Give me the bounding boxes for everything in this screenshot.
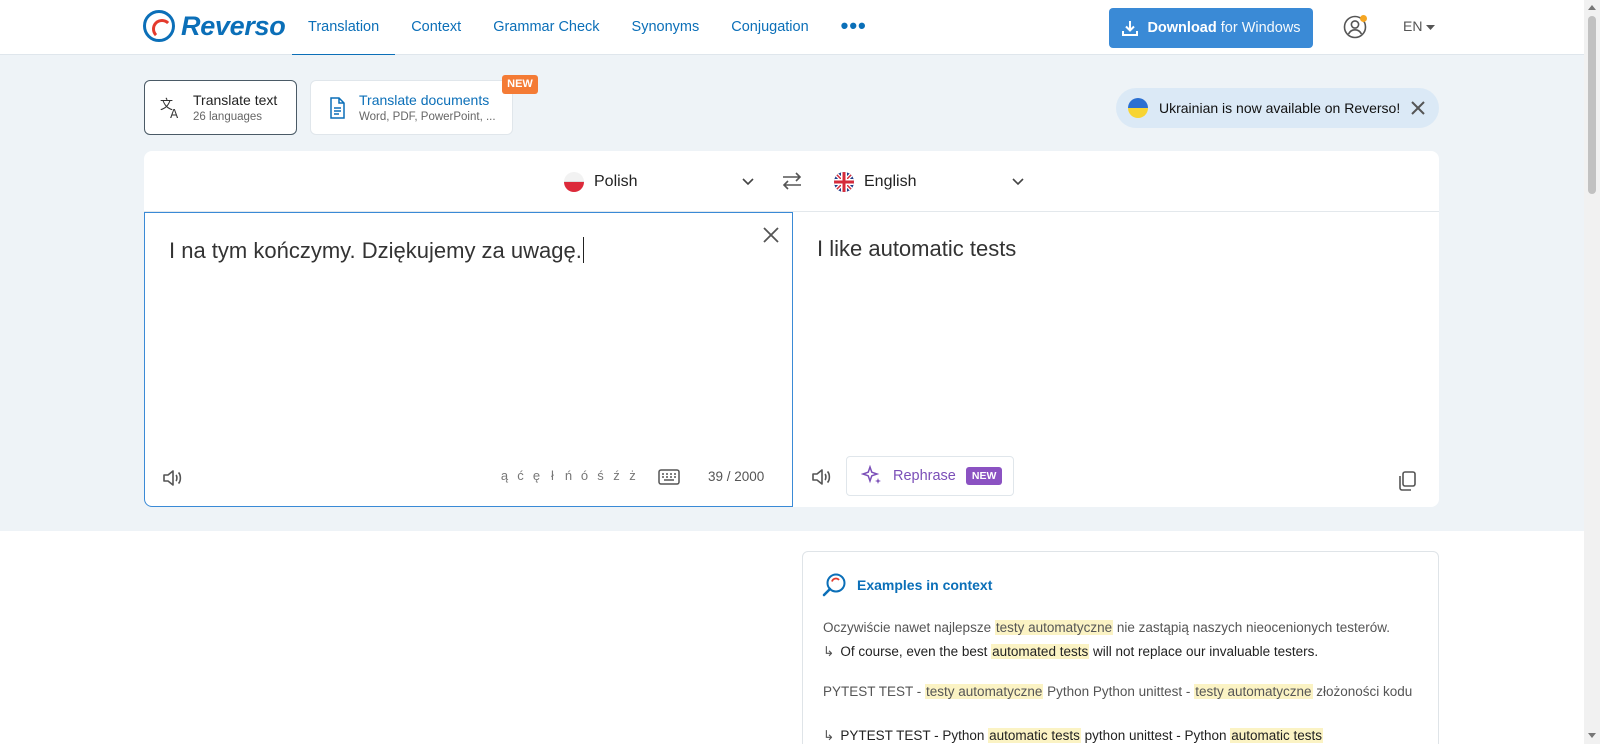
swap-languages-icon[interactable] [781,171,803,191]
scrollbar-thumb[interactable] [1588,16,1596,194]
chevron-down-icon [742,178,754,186]
ui-language-selector[interactable]: EN [1403,18,1436,34]
examples-header: Examples in context [821,572,992,598]
source-text-value: I na tym kończymy. Dziękujemy za uwagę. [169,238,582,263]
translate-text-subtitle: 26 languages [193,110,263,123]
nav-grammar-check[interactable]: Grammar Check [477,0,615,55]
language-selector-row: Polish English [144,151,1439,212]
translate-documents-title: Translate documents [359,91,490,108]
example-text: nie zastąpią naszych nieocenionych teste… [1113,620,1391,635]
rephrase-new-badge: NEW [965,467,1003,485]
download-label-bold: Download [1147,20,1217,36]
rephrase-label: Rephrase [893,468,956,484]
example-source: PYTEST TEST - testy automatyczne Python … [823,682,1418,702]
source-language-name: Polish [594,173,638,190]
translate-text-tab[interactable]: 文A Translate text 26 languages [144,80,297,135]
special-char-z-dot[interactable]: ż [628,468,637,483]
special-char-c-acute[interactable]: ć [516,468,525,483]
translation-output: I like automatic tests [817,236,1017,261]
example-text: PYTEST TEST - Python [840,728,989,743]
example-translation: ↳ PYTEST TEST - Python automatic tests py… [823,726,1418,744]
example-text: python unittest - Python [1080,728,1231,743]
ui-language-label: EN [1403,18,1423,34]
target-text-area: I like automatic tests Rephrase NEW [793,212,1439,507]
document-icon [330,96,345,119]
example-text: Of course, even the best [840,644,992,659]
translate-documents-tab[interactable]: Translate documents Word, PDF, PowerPoin… [310,80,513,135]
source-text-input[interactable]: I na tym kończymy. Dziękujemy za uwagę. [169,237,584,264]
example-text: will not replace our invaluable testers. [1089,644,1319,659]
special-characters-bar: ą ć ę ł ń ó ś ź ż [500,468,637,483]
example-source: Oczywiście nawet najlepsze testy automat… [823,618,1418,638]
ukrainian-notice: Ukrainian is now available on Reverso! [1116,88,1439,128]
translator-panel: Polish English I na tym kończymy. Dzięku… [144,151,1439,507]
clear-text-icon[interactable] [761,225,781,245]
rephrase-button[interactable]: Rephrase NEW [846,456,1014,496]
target-language-dropdown[interactable]: English [834,167,1024,197]
poland-flag-icon [564,172,584,192]
special-char-o-acute[interactable]: ó [580,468,589,483]
notice-text: Ukrainian is now available on Reverso! [1159,100,1401,116]
nav-synonyms[interactable]: Synonyms [616,0,716,55]
text-caret [582,237,584,263]
speaker-icon[interactable] [160,466,184,490]
character-count: 39 / 2000 [708,469,765,484]
target-language-name: English [864,173,917,190]
nav-more-icon[interactable]: ••• [825,0,883,55]
scroll-down-arrow-icon[interactable] [1588,733,1596,738]
special-char-n-acute[interactable]: ń [564,468,573,483]
source-language-dropdown[interactable]: Polish [564,167,754,197]
chevron-down-icon [1012,178,1024,186]
examples-title: Examples in context [857,577,993,593]
example-text: Python Python unittest - [1043,684,1195,699]
source-text-area[interactable]: I na tym kończymy. Dziękujemy za uwagę. … [144,212,793,507]
translate-documents-subtitle: Word, PDF, PowerPoint, ... [359,110,496,123]
download-icon [1122,21,1139,36]
nav-translation[interactable]: Translation [292,0,396,56]
nav-context[interactable]: Context [395,0,477,55]
reverso-logo[interactable]: Reverso [143,10,286,42]
return-arrow-icon: ↳ [823,728,835,743]
highlight[interactable]: automated tests [991,644,1090,659]
reverso-logo-icon [143,10,175,42]
main-nav: Translation Context Grammar Check Synony… [292,0,883,56]
highlight[interactable]: testy automatyczne [1194,684,1313,699]
translate-text-title: Translate text [193,91,278,108]
translate-icon: 文A [160,98,179,120]
highlight[interactable]: testy automatyczne [925,684,1044,699]
highlight[interactable]: automatic tests [1230,728,1324,743]
special-char-a-ogonek[interactable]: ą [500,468,509,483]
example-text: PYTEST TEST - [823,684,926,699]
example-text: Oczywiście nawet najlepsze [823,620,995,635]
return-arrow-icon: ↳ [823,644,835,659]
examples-in-context-panel: Examples in context Oczywiście nawet naj… [802,551,1439,744]
special-char-l-stroke[interactable]: ł [548,468,557,483]
sparkle-icon [861,465,881,484]
ukraine-flag-icon [1128,98,1148,118]
page-scrollbar[interactable] [1584,0,1600,744]
notification-dot [1360,15,1367,22]
download-label-rest: for Windows [1220,20,1301,36]
special-char-s-acute[interactable]: ś [596,468,605,483]
highlight[interactable]: automatic tests [988,728,1081,743]
highlight[interactable]: testy automatyczne [994,620,1114,635]
download-for-windows-button[interactable]: Download for Windows [1109,8,1313,48]
uk-flag-icon [834,172,854,192]
copy-icon[interactable] [1398,471,1416,491]
chevron-down-icon [1426,25,1436,30]
scroll-up-arrow-icon[interactable] [1588,5,1596,10]
example-text: złożoności kodu [1312,684,1413,699]
keyboard-icon[interactable] [658,469,680,485]
special-char-z-acute[interactable]: ź [612,468,621,483]
example-translation: ↳ Of course, even the best automated test… [823,642,1418,662]
close-icon[interactable] [1409,99,1427,117]
nav-conjugation[interactable]: Conjugation [715,0,824,55]
svg-text:A: A [170,107,179,120]
logo-text: Reverso [181,10,286,41]
speaker-icon[interactable] [809,465,833,489]
special-char-e-ogonek[interactable]: ę [532,468,541,483]
magnifier-icon [822,573,846,597]
documents-new-badge: NEW [502,75,538,94]
top-navigation-bar: Reverso Translation Context Grammar Chec… [0,0,1584,56]
